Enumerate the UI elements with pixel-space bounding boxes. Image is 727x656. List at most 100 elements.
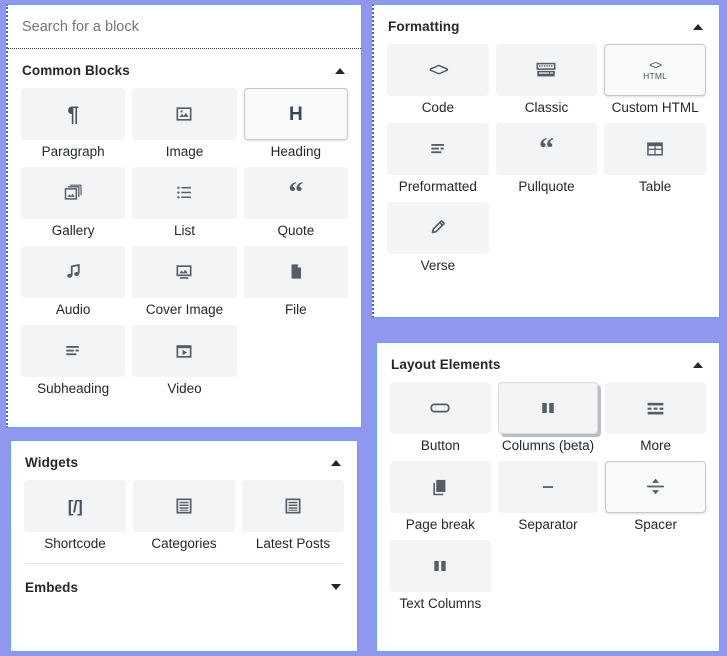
block-item-more[interactable]: More (605, 382, 706, 455)
widgets-grid: [/] Shortcode Categories Latest Posts (11, 480, 357, 563)
block-item-quote[interactable]: “ Quote (243, 166, 348, 240)
separator-icon (497, 460, 599, 513)
block-item-label: Table (639, 178, 672, 194)
block-item-latest-posts[interactable]: Latest Posts (242, 480, 344, 553)
pullquote-icon: “ (495, 122, 598, 175)
block-item-heading[interactable]: H Heading (243, 88, 348, 161)
block-item-label: Shortcode (44, 536, 106, 551)
custom-html-icon: <> HTML (604, 44, 706, 96)
layout-elements-section-header[interactable]: Layout Elements (377, 343, 719, 382)
block-item-label: Code (421, 100, 454, 115)
block-item-paragraph[interactable]: ¶ Paragraph (21, 88, 126, 161)
block-item-spacer[interactable]: Spacer (605, 460, 706, 534)
more-icon (605, 382, 706, 434)
block-item-label: List (173, 222, 195, 238)
video-icon (132, 324, 237, 377)
latest-posts-icon (242, 480, 344, 532)
block-item-label: Gallery (51, 222, 95, 238)
widgets-panel: Widgets [/] Shortcode Categories Latest Pos… (10, 440, 358, 652)
block-item-text-columns[interactable]: Text Columns (390, 539, 491, 613)
block-item-image[interactable]: Image (132, 88, 237, 161)
block-item-label: More (640, 438, 672, 453)
paragraph-icon: ¶ (21, 88, 126, 140)
block-item-code[interactable]: <> Code (387, 44, 489, 117)
code-icon: <> (387, 44, 489, 96)
block-item-classic[interactable]: Classic (495, 44, 598, 117)
block-item-subheading[interactable]: Subheading (21, 324, 126, 398)
shortcode-icon: [/] (24, 480, 126, 532)
common-blocks-title: Common Blocks (22, 63, 130, 78)
file-icon (243, 245, 348, 298)
common-blocks-panel: Common Blocks ¶ Paragraph Image H Heading Gal… (6, 4, 362, 428)
block-item-video[interactable]: Video (132, 324, 237, 398)
image-icon (132, 88, 237, 140)
block-item-label: Heading (270, 144, 321, 159)
block-item-gallery[interactable]: Gallery (21, 166, 126, 240)
block-item-label: Image (165, 144, 204, 159)
block-item-label: Columns (beta) (501, 438, 595, 453)
block-item-label: Button (420, 438, 460, 453)
block-item-label: Latest Posts (255, 536, 331, 551)
formatting-section-header[interactable]: Formatting (374, 5, 719, 44)
embeds-title: Embeds (25, 579, 79, 595)
widgets-title: Widgets (25, 455, 79, 470)
block-item-columns-beta[interactable]: Columns (beta) (497, 382, 599, 455)
common-blocks-section-header[interactable]: Common Blocks (8, 49, 361, 88)
block-item-preformatted[interactable]: Preformatted (387, 122, 489, 196)
categories-icon (133, 480, 235, 532)
block-item-shortcode[interactable]: [/] Shortcode (24, 480, 126, 553)
layout-elements-title: Layout Elements (391, 357, 501, 372)
block-item-audio[interactable]: Audio (21, 245, 126, 319)
block-item-page-break[interactable]: Page break (390, 460, 491, 534)
common-blocks-grid: ¶ Paragraph Image H Heading Gallery List “ Quote… (8, 88, 361, 408)
spacer-icon (605, 460, 706, 513)
block-item-list[interactable]: List (132, 166, 237, 240)
block-item-label: Spacer (634, 516, 678, 532)
block-item-label: Categories (151, 536, 217, 551)
search-input[interactable] (22, 18, 347, 35)
block-item-label: Separator (518, 516, 578, 532)
block-item-table[interactable]: Table (604, 122, 706, 196)
caret-up-icon[interactable] (331, 459, 341, 466)
button-icon (390, 382, 491, 434)
block-item-cover-image[interactable]: Cover Image (132, 245, 237, 319)
verse-icon (387, 201, 489, 254)
block-item-label: Classic (524, 100, 569, 115)
audio-icon (21, 245, 126, 298)
block-item-button[interactable]: Button (390, 382, 491, 455)
formatting-title: Formatting (388, 19, 460, 34)
columns-icon (497, 382, 599, 434)
block-item-label: Pullquote (518, 178, 575, 194)
block-item-verse[interactable]: Verse (387, 201, 489, 275)
block-item-pullquote[interactable]: “ Pullquote (495, 122, 598, 196)
page-break-icon (390, 460, 491, 513)
block-item-label: Paragraph (41, 144, 105, 159)
block-item-custom-html[interactable]: <> HTML Custom HTML (604, 44, 706, 117)
block-item-label: Verse (420, 257, 456, 273)
block-item-file[interactable]: File (243, 245, 348, 319)
caret-up-icon[interactable] (335, 67, 345, 74)
search-bar (8, 5, 361, 49)
block-item-label: Video (167, 380, 202, 396)
widgets-section-header[interactable]: Widgets (11, 441, 357, 480)
block-item-categories[interactable]: Categories (133, 480, 235, 553)
cover-image-icon (132, 245, 237, 298)
embeds-section-header[interactable]: Embeds (11, 564, 357, 605)
block-item-label: Page break (405, 516, 475, 532)
caret-up-icon[interactable] (693, 23, 703, 30)
list-icon (132, 166, 237, 219)
caret-up-icon[interactable] (693, 361, 703, 368)
quote-icon: “ (243, 166, 348, 219)
caret-down-icon[interactable] (331, 584, 341, 591)
table-icon (604, 122, 706, 175)
block-item-label: Text Columns (399, 595, 482, 611)
block-item-label: File (284, 301, 307, 317)
text-columns-icon (390, 539, 491, 592)
block-item-separator[interactable]: Separator (497, 460, 599, 534)
gallery-icon (21, 166, 126, 219)
subheading-icon (21, 324, 126, 377)
block-inserter-screen: Common Blocks ¶ Paragraph Image H Heading Gal… (0, 0, 727, 656)
block-item-label: Quote (277, 222, 315, 238)
classic-icon (495, 44, 598, 96)
formatting-grid: <> Code Classic <> HTML Custom HTML Preformatt… (374, 44, 719, 285)
